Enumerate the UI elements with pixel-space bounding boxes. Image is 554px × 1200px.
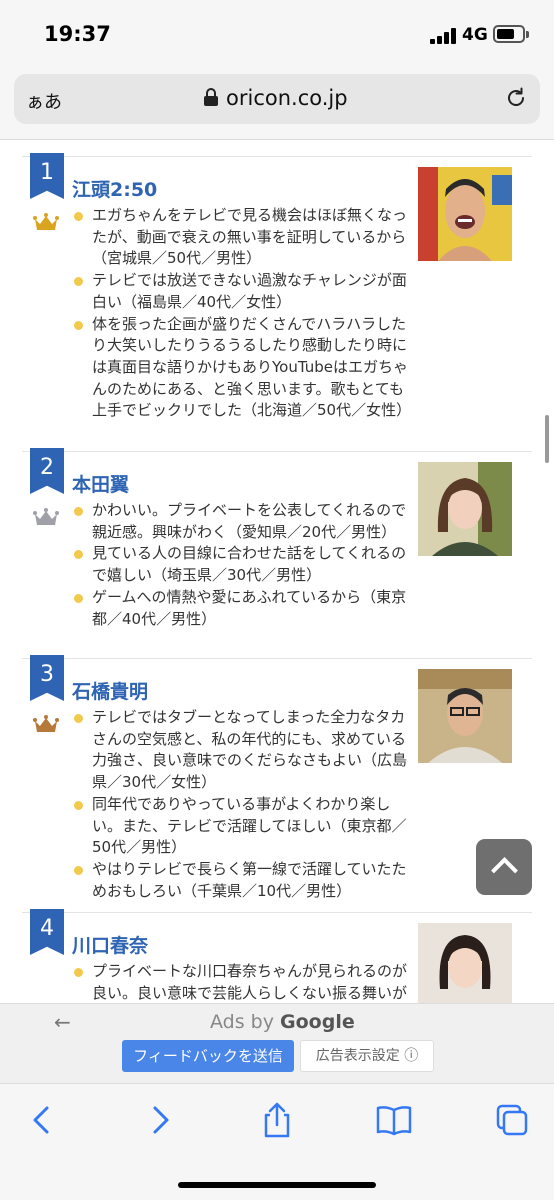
status-bar: 19:37 4G — [0, 0, 554, 68]
ranking-entry-3: 3 石橋貴明 テレビではタブーとなってしまった全力なタカさんの空気感と、私の年代… — [22, 655, 532, 912]
comment-item: かわいい。プライベートを公表してくれるので親近感。興味がわく（愛知県／20代／男… — [72, 500, 408, 543]
home-indicator — [178, 1182, 376, 1188]
ad-settings-button[interactable]: 広告表示設定 ⓘ — [300, 1040, 434, 1072]
comment-item: 体を張った企画が盛りだくさんでハラハラしたり大笑いしたりうるうるしたり感動したり… — [72, 314, 411, 423]
portrait-photo — [418, 462, 512, 556]
address-bar[interactable]: ぁあ oricon.co.jp — [14, 74, 540, 124]
ranking-entry-4: 4 川口春奈 プライベートな川口春奈ちゃんが見られるのが良い。良い意味で芸能人ら… — [22, 909, 532, 1003]
forward-arrow-icon[interactable] — [140, 1100, 180, 1140]
comment-item: やはりテレビで長らく第一線で活躍していたためおもしろい（千葉県／10代／男性） — [72, 859, 408, 902]
portrait-photo — [418, 923, 512, 1003]
rank-badge: 4 — [30, 909, 64, 955]
browser-header: ぁあ oricon.co.jp — [0, 68, 554, 140]
reload-icon[interactable] — [504, 86, 528, 110]
comment-item: プライベートな川口春奈ちゃんが見られるのが良い。良い意味で芸能人らしくない振る舞… — [72, 961, 408, 1003]
reader-options-button[interactable]: ぁあ — [26, 88, 62, 114]
portrait-photo — [418, 669, 512, 763]
safari-toolbar — [0, 1083, 554, 1200]
share-icon[interactable] — [257, 1100, 297, 1140]
lock-icon — [204, 88, 218, 106]
person-name[interactable]: 石橋貴明 — [72, 677, 148, 704]
back-arrow-icon[interactable] — [22, 1100, 62, 1140]
scroll-to-top-button[interactable] — [476, 839, 532, 895]
google-text: Google — [280, 1011, 355, 1033]
silver-crown-icon — [33, 508, 59, 525]
comment-item: 同年代でありやっている事がよくわかり楽しい。また、テレビで活躍してほしい（東京都… — [72, 794, 408, 859]
ranking-entry-2: 2 本田翼 かわいい。プライベートを公表してくれるので親近感。興味がわく（愛知県… — [22, 448, 532, 658]
bookmarks-icon[interactable] — [374, 1100, 414, 1140]
ad-back-arrow-icon[interactable]: ← — [54, 1010, 71, 1034]
comment-item: テレビではタブーとなってしまった全力なタカさんの空気感と、私の年代的にも、求めて… — [72, 707, 408, 794]
ranking-entry-1: 1 江頭2:50 エガちゃんをテレビで見る機会はほぼ無くなったが、動画で衰えの無… — [22, 153, 532, 451]
person-name[interactable]: 本田翼 — [72, 470, 129, 497]
ads-by-text: Ads by — [210, 1011, 274, 1033]
comment-list: エガちゃんをテレビで見る機会はほぼ無くなったが、動画で衰えの無い事を証明している… — [72, 205, 411, 423]
rank-badge: 1 — [30, 153, 64, 199]
tabs-icon[interactable] — [492, 1100, 532, 1140]
comment-item: テレビでは放送できない過激なチャレンジが面白い（福島県／40代／女性） — [72, 270, 408, 313]
gold-crown-icon — [33, 213, 59, 230]
ad-banner: ← Ads by Google フィードバックを送信 広告表示設定 ⓘ — [0, 1003, 554, 1083]
comment-list: かわいい。プライベートを公表してくれるので親近感。興味がわく（愛知県／20代／男… — [72, 500, 408, 630]
battery-icon — [493, 25, 529, 43]
battery-level — [497, 29, 514, 39]
comment-item: ゲームへの情熱や愛にあふれているから（東京都／40代／男性） — [72, 587, 408, 630]
portrait-photo — [418, 167, 512, 261]
comment-list: テレビではタブーとなってしまった全力なタカさんの空気感と、私の年代的にも、求めて… — [72, 707, 408, 902]
url-domain[interactable]: oricon.co.jp — [226, 86, 348, 110]
status-time: 19:37 — [44, 22, 111, 46]
ranking-list: 1 江頭2:50 エガちゃんをテレビで見る機会はほぼ無くなったが、動画で衰えの無… — [0, 141, 554, 1003]
ads-by-google-label: Ads by Google — [210, 1011, 355, 1033]
person-name[interactable]: 川口春奈 — [72, 931, 148, 958]
rank-badge: 3 — [30, 655, 64, 701]
person-name[interactable]: 江頭2:50 — [72, 175, 157, 202]
scroll-indicator — [545, 415, 549, 463]
comment-item: 見ている人の目線に合わせた話をしてくれるので嬉しい（埼玉県／30代／男性） — [72, 543, 408, 586]
network-type: 4G — [462, 25, 488, 45]
comment-list: プライベートな川口春奈ちゃんが見られるのが良い。良い意味で芸能人らしくない振る舞… — [72, 961, 408, 1003]
bronze-crown-icon — [33, 715, 59, 732]
ad-feedback-button[interactable]: フィードバックを送信 — [122, 1040, 294, 1072]
comment-item: エガちゃんをテレビで見る機会はほぼ無くなったが、動画で衰えの無い事を証明している… — [72, 205, 408, 270]
signal-icon — [430, 28, 456, 44]
rank-badge: 2 — [30, 448, 64, 494]
